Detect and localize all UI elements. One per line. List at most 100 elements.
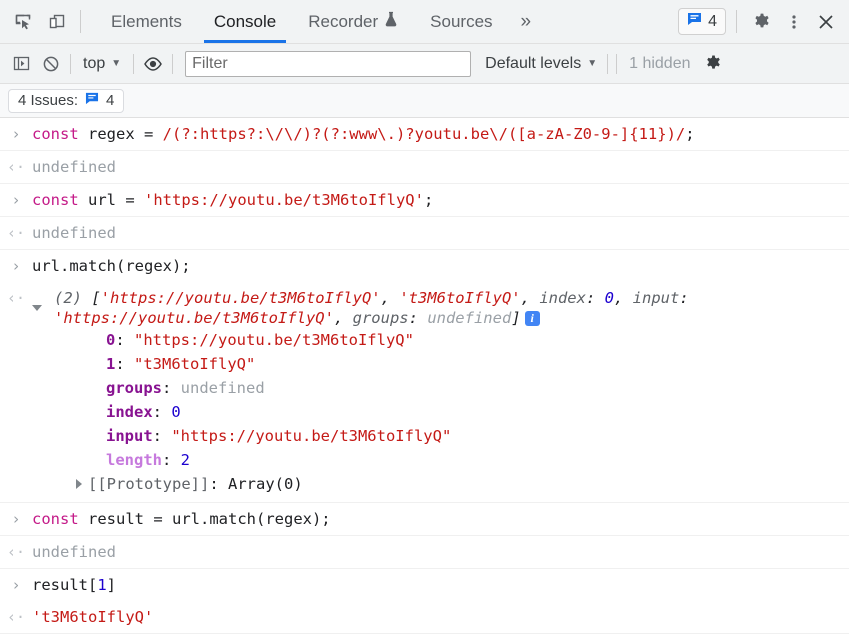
- object-property-row[interactable]: 0: "https://youtu.be/t3M6toIflyQ": [32, 328, 841, 352]
- execution-context-label: top: [83, 54, 106, 72]
- info-icon[interactable]: i: [524, 311, 540, 326]
- property-key: input: [106, 427, 153, 445]
- token-bracket: ]: [106, 576, 117, 594]
- token-keyword: const: [32, 125, 79, 143]
- tabbar-right-icons: 4: [678, 0, 849, 43]
- message-icon: [687, 12, 702, 31]
- object-property-text: length: 2: [106, 451, 191, 469]
- console-object-row[interactable]: ‹· (2) ['https://youtu.be/t3M6toIflyQ', …: [0, 282, 849, 503]
- issues-button[interactable]: 4 Issues: 4: [8, 88, 125, 113]
- object-property-row[interactable]: groups: undefined: [32, 376, 841, 400]
- array-preview-line[interactable]: (2) ['https://youtu.be/t3M6toIflyQ', 't3…: [32, 288, 841, 328]
- tab-sources-label: Sources: [430, 11, 493, 31]
- array-preview-text: (2) ['https://youtu.be/t3M6toIflyQ', 't3…: [54, 288, 841, 328]
- output-glyph: ‹·: [6, 543, 26, 561]
- log-levels-selector[interactable]: Default levels ▼: [479, 55, 603, 73]
- chevron-down-icon: ▼: [111, 58, 122, 69]
- chevron-down-icon: ▼: [587, 58, 598, 69]
- object-property-text: 0: "https://youtu.be/t3M6toIflyQ": [106, 331, 414, 349]
- preview-key: groups: [352, 309, 409, 327]
- output-glyph: ‹·: [6, 289, 26, 307]
- issues-counter-chip[interactable]: 4: [678, 8, 726, 35]
- live-expression-icon[interactable]: [138, 50, 168, 78]
- console-input-row[interactable]: › result[1]: [0, 569, 849, 601]
- prototype-value: Array(0): [228, 475, 303, 493]
- execution-context-selector[interactable]: top ▼: [75, 55, 129, 73]
- console-messages: › const regex = /(?:https?:\/\/)?(?:www\…: [0, 118, 849, 634]
- expand-toggle[interactable]: [32, 474, 88, 494]
- prompt-glyph: ›: [11, 191, 21, 209]
- property-value: "https://youtu.be/t3M6toIflyQ": [134, 331, 414, 349]
- console-output-row: ‹· undefined: [0, 536, 849, 569]
- triangle-right-icon: [76, 479, 82, 489]
- console-output-text: 't3M6toIflyQ': [32, 608, 154, 626]
- object-property-row[interactable]: index: 0: [32, 400, 841, 424]
- tab-sources[interactable]: Sources: [414, 0, 508, 43]
- flask-icon: [384, 11, 398, 32]
- preview-item: 'https://youtu.be/t3M6toIflyQ': [54, 309, 334, 327]
- token-semicolon: ;: [423, 191, 434, 209]
- property-key: groups: [106, 379, 162, 397]
- token-string: 'https://youtu.be/t3M6toIflyQ': [144, 191, 424, 209]
- console-input-row[interactable]: › url.match(regex);: [0, 250, 849, 282]
- kebab-menu-icon[interactable]: [779, 7, 809, 37]
- console-input-row[interactable]: › const url = 'https://youtu.be/t3M6toIf…: [0, 184, 849, 217]
- expand-toggle[interactable]: [32, 288, 54, 328]
- preview-item: 't3M6toIflyQ': [399, 289, 521, 307]
- console-filter-toolbar: top ▼ Default levels ▼ 1 hidden: [0, 44, 849, 84]
- output-glyph: ‹·: [6, 608, 26, 626]
- filterbar-divider-3: [172, 53, 174, 74]
- tab-recorder[interactable]: Recorder: [292, 0, 414, 43]
- issues-bar-count: 4: [106, 92, 115, 109]
- gear-icon[interactable]: [747, 7, 777, 37]
- tab-elements[interactable]: Elements: [95, 0, 198, 43]
- console-output-text: undefined: [32, 224, 116, 242]
- object-property-text: 1: "t3M6toIflyQ": [106, 355, 256, 373]
- output-glyph: ‹·: [6, 224, 26, 242]
- inspect-element-icon[interactable]: [8, 7, 38, 37]
- clear-console-icon[interactable]: [36, 50, 66, 78]
- object-property-row[interactable]: length: 2: [32, 448, 841, 472]
- token-number: 1: [97, 576, 107, 594]
- console-sidebar-icon[interactable]: [6, 50, 36, 78]
- issues-chip-count: 4: [708, 12, 717, 30]
- console-object-body: (2) ['https://youtu.be/t3M6toIflyQ', 't3…: [32, 288, 849, 496]
- preview-key: index: [539, 289, 586, 307]
- filterbar-divider-4: [607, 53, 609, 74]
- property-key: length: [106, 451, 162, 469]
- preview-key: input: [632, 289, 680, 307]
- console-output-text: undefined: [32, 158, 116, 176]
- preview-sep: ,: [614, 289, 633, 307]
- prompt-glyph: ›: [11, 125, 21, 143]
- gear-icon[interactable]: [699, 50, 729, 78]
- filter-input[interactable]: [185, 50, 472, 77]
- hidden-messages-count[interactable]: 1 hidden: [621, 55, 698, 73]
- preview-close-bracket: ]: [511, 309, 521, 327]
- filterbar-divider-2: [133, 53, 135, 74]
- prototype-row[interactable]: [[Prototype]]: Array(0): [32, 472, 841, 496]
- tab-elements-label: Elements: [111, 11, 182, 31]
- console-input-row[interactable]: › const result = url.match(regex);: [0, 503, 849, 536]
- console-input-row[interactable]: › const regex = /(?:https?:\/\/)?(?:www\…: [0, 118, 849, 151]
- property-key: 0: [106, 331, 116, 349]
- issues-bar: 4 Issues: 4: [0, 84, 849, 118]
- token-operator: =: [125, 191, 145, 209]
- token-identifier: regex: [78, 125, 144, 143]
- console-output-row: ‹· undefined: [0, 217, 849, 250]
- preview-sep: :: [585, 289, 605, 307]
- preview-sep: ,: [380, 289, 400, 307]
- object-property-row[interactable]: input: "https://youtu.be/t3M6toIflyQ": [32, 424, 841, 448]
- preview-sep: ,: [520, 289, 540, 307]
- close-icon[interactable]: [811, 7, 841, 37]
- token-identifier: url: [78, 191, 126, 209]
- message-icon: [85, 92, 99, 109]
- property-value: 0: [171, 403, 181, 421]
- object-property-row[interactable]: 1: "t3M6toIflyQ": [32, 352, 841, 376]
- console-input-text: const regex = /(?:https?:\/\/)?(?:www\.)…: [32, 124, 849, 144]
- prototype-key: [[Prototype]]: [88, 475, 210, 493]
- device-toolbar-icon[interactable]: [42, 7, 72, 37]
- property-key: index: [106, 403, 153, 421]
- console-input-text: const result = url.match(regex);: [32, 509, 849, 529]
- tab-console[interactable]: Console: [198, 0, 292, 43]
- more-tabs-button[interactable]: »: [509, 0, 544, 43]
